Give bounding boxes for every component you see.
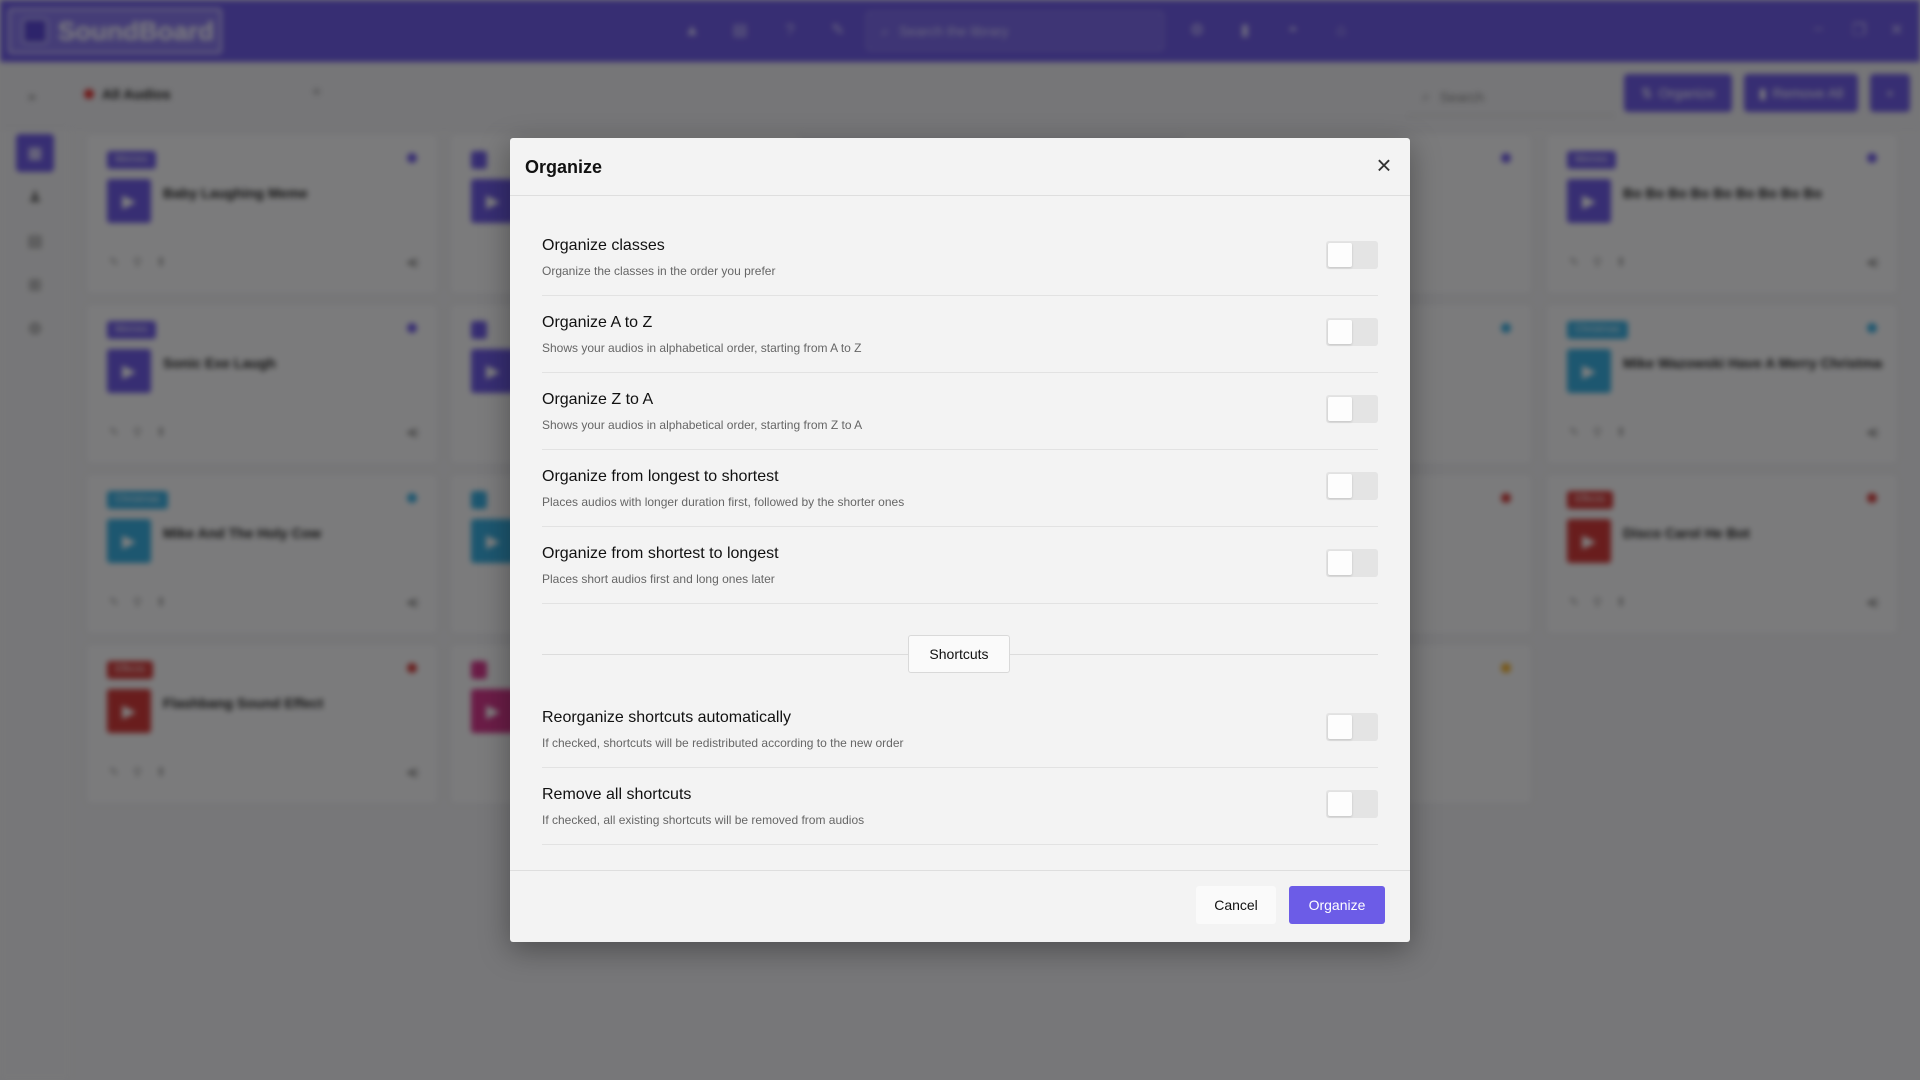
toggle-reorganize-shortcuts[interactable] (1326, 713, 1378, 741)
dialog-header: Organize × (510, 138, 1410, 196)
shortcuts-section-label: Shortcuts (908, 635, 1010, 673)
option-title: Organize from shortest to longest (542, 545, 779, 562)
toggle-knob (1328, 551, 1352, 575)
toggle-shortest-to-longest[interactable] (1326, 549, 1378, 577)
cancel-button[interactable]: Cancel (1196, 886, 1276, 924)
option-title: Organize A to Z (542, 314, 653, 331)
option-shortest-to-longest: Organize from shortest to longest Places… (542, 527, 1378, 604)
option-title: Reorganize shortcuts automatically (542, 709, 792, 726)
toggle-knob (1328, 715, 1352, 739)
option-title: Organize Z to A (542, 391, 654, 408)
option-title: Remove all shortcuts (542, 786, 692, 803)
toggle-z-to-a[interactable] (1326, 395, 1378, 423)
option-title: Organize classes (542, 237, 665, 254)
toggle-organize-classes[interactable] (1326, 241, 1378, 269)
toggle-longest-to-shortest[interactable] (1326, 472, 1378, 500)
option-reorganize-shortcuts: Reorganize shortcuts automatically If ch… (542, 691, 1378, 768)
dialog-footer: Cancel Organize (510, 870, 1410, 942)
toggle-knob (1328, 474, 1352, 498)
option-description: Organize the classes in the order you pr… (542, 264, 776, 278)
option-description: Places audios with longer duration first… (542, 495, 905, 509)
toggle-a-to-z[interactable] (1326, 318, 1378, 346)
option-title: Organize from longest to shortest (542, 468, 779, 485)
option-description: Shows your audios in alphabetical order,… (542, 341, 862, 355)
option-description: Places short audios first and long ones … (542, 572, 775, 586)
toggle-knob (1328, 243, 1352, 267)
option-description: Shows your audios in alphabetical order,… (542, 418, 863, 432)
toggle-knob (1328, 397, 1352, 421)
option-description: If checked, shortcuts will be redistribu… (542, 736, 904, 750)
organize-button[interactable]: Organize (1289, 886, 1385, 924)
option-a-to-z: Organize A to Z Shows your audios in alp… (542, 296, 1378, 373)
toggle-remove-all-shortcuts[interactable] (1326, 790, 1378, 818)
dialog-title: Organize (525, 157, 603, 177)
option-organize-classes: Organize classes Organize the classes in… (542, 219, 1378, 296)
option-description: If checked, all existing shortcuts will … (542, 813, 865, 827)
organize-dialog: Organize × Organize classes Organize the… (510, 138, 1410, 942)
close-icon[interactable]: × (1372, 152, 1396, 178)
option-z-to-a: Organize Z to A Shows your audios in alp… (542, 373, 1378, 450)
toggle-knob (1328, 320, 1352, 344)
option-remove-all-shortcuts: Remove all shortcuts If checked, all exi… (542, 768, 1378, 845)
option-longest-to-shortest: Organize from longest to shortest Places… (542, 450, 1378, 527)
toggle-knob (1328, 792, 1352, 816)
